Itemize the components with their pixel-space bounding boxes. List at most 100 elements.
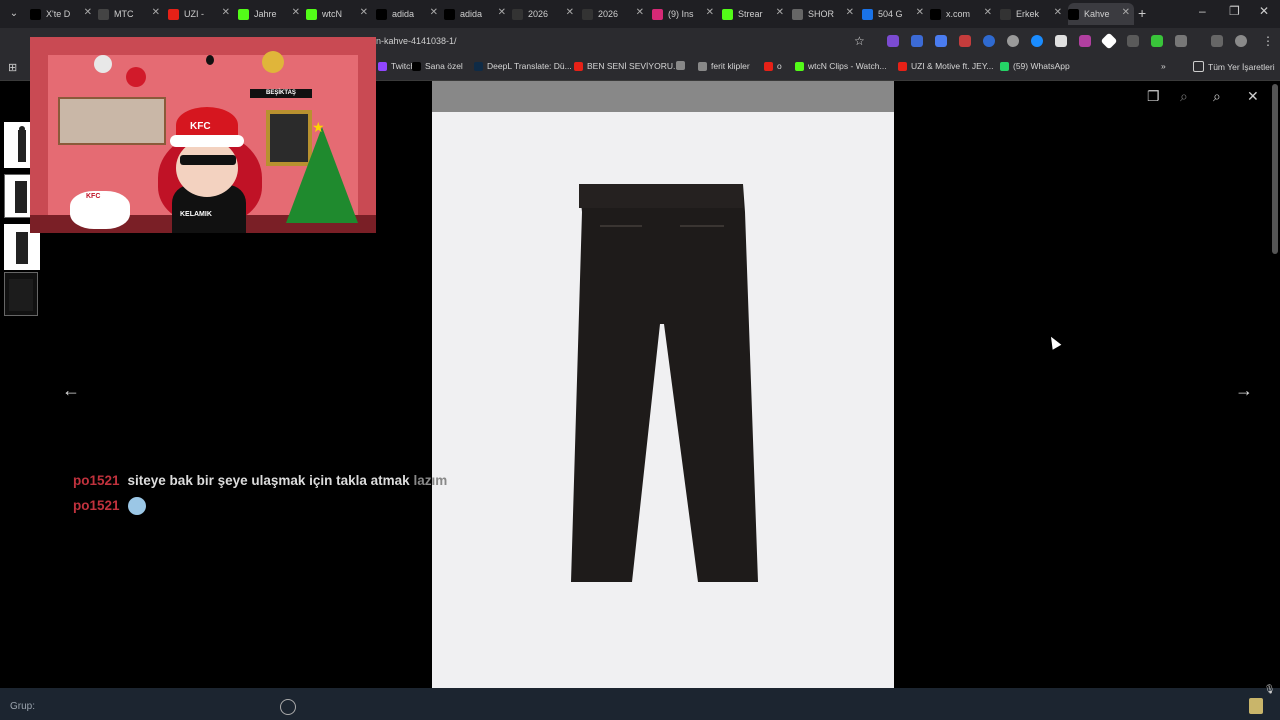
menu-icon[interactable]: ⋮ [1262,34,1274,48]
tab-icon [1068,8,1079,20]
bookmark-item[interactable]: DeepL Translate: Dü... [474,61,572,71]
close-viewer-icon[interactable]: ✕ [1247,88,1259,105]
bookmark-icon [698,61,707,71]
browser-tab[interactable]: x.com ✕ [930,3,996,25]
new-tab-button[interactable]: + [1138,5,1146,21]
close-tab-icon[interactable]: ✕ [636,7,644,18]
fullscreen-icon[interactable]: ❐ [1147,88,1160,105]
folder-icon [1193,61,1204,72]
bookmark-item[interactable]: Twitch [378,61,415,71]
extension-icon[interactable] [911,35,923,47]
close-tab-icon[interactable]: ✕ [84,7,92,18]
browser-tab[interactable]: Strear ✕ [722,3,788,25]
tab-title: X'te D [46,9,71,19]
close-tab-icon[interactable]: ✕ [222,7,230,18]
browser-tab[interactable]: MTC ✕ [98,3,164,25]
tab-title: 2026 [598,9,619,19]
extension-icon[interactable] [959,35,971,47]
tab-title: adida [460,9,483,19]
settings-circle-icon[interactable] [280,699,296,715]
close-tab-icon[interactable]: ✕ [566,7,574,18]
browser-tab[interactable]: adida ✕ [444,3,510,25]
zoom-out-icon[interactable]: ⌕ [1180,88,1188,105]
browser-tab[interactable]: adida ✕ [376,3,442,25]
tab-icon [582,8,593,20]
bookmark-label: o [777,61,782,71]
extension-icon[interactable] [935,35,947,47]
reading-list-icon[interactable] [1211,35,1223,47]
browser-tab[interactable]: Kahve ✕ [1068,3,1134,25]
apps-grid-icon[interactable]: ⊞ [8,61,17,74]
browser-tab[interactable]: Jahre ✕ [238,3,304,25]
bookmark-icon [474,61,483,71]
extension-icon[interactable] [887,35,899,47]
browser-tab[interactable]: X'te D ✕ [30,3,96,25]
next-arrow-icon[interactable]: → [1235,380,1253,401]
bookmark-label: ferit klipler [711,61,750,71]
extension-icon[interactable] [1007,35,1019,47]
bookmark-item[interactable] [676,61,689,70]
extension-icon[interactable] [1079,35,1091,47]
close-tab-icon[interactable]: ✕ [152,7,160,18]
bookmark-item[interactable]: wtcN Clips - Watch... [795,61,887,71]
close-tab-icon[interactable]: ✕ [846,7,854,18]
extension-icon[interactable] [1055,35,1067,47]
browser-tab[interactable]: wtcN ✕ [306,3,372,25]
microphone-icon[interactable]: 🎙 [1264,684,1275,695]
minimize-icon[interactable]: – [1199,4,1206,18]
bookmark-item[interactable]: o [764,61,782,71]
close-tab-icon[interactable]: ✕ [292,7,300,18]
bookmark-label: wtcN Clips - Watch... [808,61,887,71]
extensions-puzzle-icon[interactable] [1175,35,1187,47]
chat-username: po1521 [73,497,120,513]
app-icon[interactable] [1249,698,1263,714]
close-tab-icon[interactable]: ✕ [984,7,992,18]
bookmark-item[interactable]: BEN SENİ SEVİYORU... [574,61,680,71]
previous-arrow-icon[interactable]: ← [62,380,80,401]
browser-tab[interactable]: Erkek ✕ [1000,3,1066,25]
bookmark-item[interactable]: Sana özel [412,61,463,71]
bookmark-item[interactable]: ferit klipler [698,61,750,71]
fabric-thumbnail [9,279,33,311]
close-tab-icon[interactable]: ✕ [916,7,924,18]
bookmark-item[interactable]: (59) WhatsApp [1000,61,1070,71]
browser-tab[interactable]: (9) Ins ✕ [652,3,718,25]
adidas-icon [376,8,387,20]
restore-icon[interactable]: ❐ [1229,4,1240,18]
close-tab-icon[interactable]: ✕ [360,7,368,18]
browser-tab[interactable]: 2026 ✕ [582,3,648,25]
extension-icon[interactable] [983,35,995,47]
ornament [126,67,146,87]
close-tab-icon[interactable]: ✕ [498,7,506,18]
tab-title: MTC [114,9,134,19]
close-tab-icon[interactable]: ✕ [776,7,784,18]
browser-tab[interactable]: UZI - ✕ [168,3,234,25]
chat-text-main: siteye bak bir şeye ulaşmak için takla a… [127,473,414,488]
group-input[interactable]: Grup: [10,701,35,712]
tab-title: UZI - [184,9,204,19]
bookmarks-more[interactable]: » [1161,61,1166,71]
scrollbar[interactable] [1272,84,1278,254]
bookmark-item[interactable]: UZI & Motive ft. JEY... [898,61,994,71]
profile-avatar-icon[interactable] [1235,35,1247,47]
extension-icon[interactable] [1127,35,1139,47]
thumbnail-4[interactable] [4,272,38,316]
extension-icon[interactable] [1151,35,1163,47]
extension-icon[interactable] [1031,35,1043,47]
close-tab-icon[interactable]: ✕ [1122,7,1130,18]
tab-search-icon[interactable]: ⌄ [6,6,22,22]
address-bar[interactable]: n-kahve-4141038-1/ [376,36,457,46]
browser-tab[interactable]: 2026 ✕ [512,3,578,25]
adidas-icon [444,8,455,20]
browser-tab[interactable]: 504 G ✕ [862,3,928,25]
browser-tab[interactable]: SHOR ✕ [792,3,858,25]
close-tab-icon[interactable]: ✕ [1054,7,1062,18]
close-window-icon[interactable]: ✕ [1259,4,1269,18]
bookmark-star-icon[interactable]: ☆ [854,34,865,48]
ornament [262,51,284,73]
zoom-in-icon[interactable]: ⌕ [1213,88,1221,105]
close-tab-icon[interactable]: ✕ [706,7,714,18]
bottom-bar [0,688,1280,720]
all-bookmarks[interactable]: Tüm Yer İşaretleri [1193,61,1275,72]
close-tab-icon[interactable]: ✕ [430,7,438,18]
